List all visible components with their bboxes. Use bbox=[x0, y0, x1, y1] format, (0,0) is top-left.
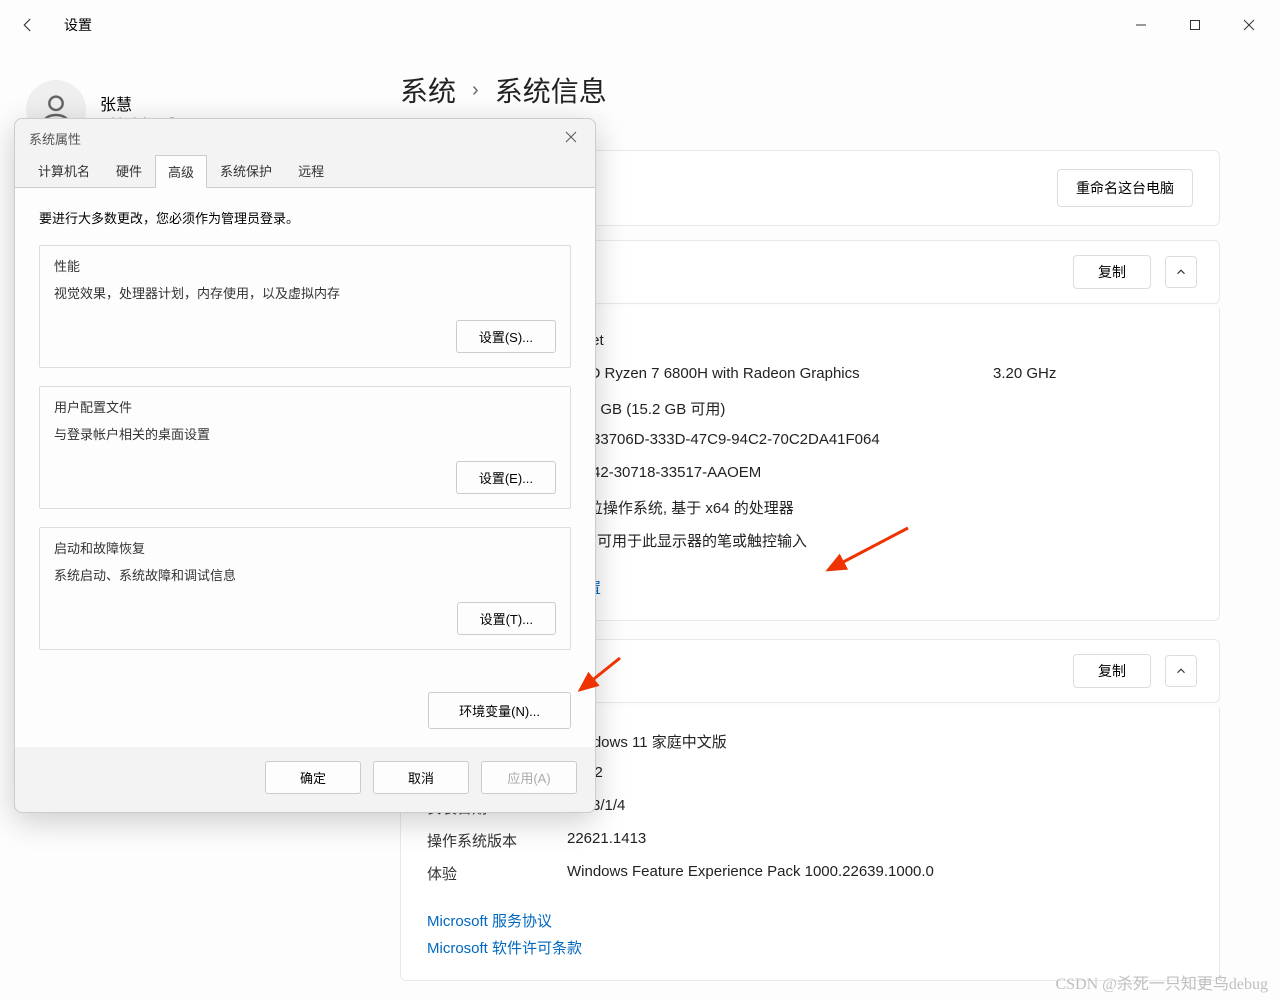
close-button[interactable] bbox=[1226, 9, 1272, 41]
env-variables-button[interactable]: 环境变量(N)... bbox=[428, 692, 571, 729]
spec-value: 22H2 bbox=[567, 764, 1193, 785]
app-title: 设置 bbox=[64, 15, 92, 35]
tab-computer-name[interactable]: 计算机名 bbox=[25, 154, 103, 187]
profile-title: 用户配置文件 bbox=[54, 397, 556, 416]
spec-value: Windows 11 家庭中文版 bbox=[567, 731, 1193, 752]
ok-button[interactable]: 确定 bbox=[265, 761, 361, 794]
spec-value: 22621.1413 bbox=[567, 830, 1193, 851]
profile-desc: 与登录帐户相关的桌面设置 bbox=[54, 424, 556, 443]
copy-windows-button[interactable]: 复制 bbox=[1073, 654, 1151, 688]
startup-settings-button[interactable]: 设置(T)... bbox=[457, 602, 556, 635]
profile-settings-button[interactable]: 设置(E)... bbox=[456, 461, 556, 494]
tab-advanced[interactable]: 高级 bbox=[155, 155, 207, 188]
rename-pc-button[interactable]: 重命名这台电脑 bbox=[1057, 169, 1193, 207]
system-properties-dialog: 系统属性 计算机名 硬件 高级 系统保护 远程 要进行大多数更改，您必须作为管理… bbox=[14, 118, 596, 813]
cancel-button[interactable]: 取消 bbox=[373, 761, 469, 794]
perf-desc: 视觉效果，处理器计划，内存使用，以及虚拟内存 bbox=[54, 283, 556, 302]
maximize-button[interactable] bbox=[1172, 9, 1218, 41]
breadcrumb: 系统 › 系统信息 bbox=[400, 70, 1220, 110]
chevron-up-icon[interactable] bbox=[1165, 256, 1197, 288]
perf-settings-button[interactable]: 设置(S)... bbox=[456, 320, 556, 353]
breadcrumb-sep: › bbox=[472, 79, 479, 102]
startup-desc: 系统启动、系统故障和调试信息 bbox=[54, 565, 556, 584]
perf-title: 性能 bbox=[54, 256, 556, 275]
admin-note: 要进行大多数更改，您必须作为管理员登录。 bbox=[39, 208, 571, 227]
link-ms-license[interactable]: Microsoft 软件许可条款 bbox=[427, 937, 1193, 958]
startup-group: 启动和故障恢复 系统启动、系统故障和调试信息 设置(T)... bbox=[39, 527, 571, 650]
spec-value: 64 位操作系统, 基于 x64 的处理器 bbox=[567, 497, 1193, 518]
apply-button[interactable]: 应用(A) bbox=[481, 761, 577, 794]
tab-hardware[interactable]: 硬件 bbox=[103, 154, 155, 187]
spec-value: 2023/1/4 bbox=[567, 797, 1193, 818]
spec-label: 操作系统版本 bbox=[427, 830, 567, 851]
spec-value: 16.0 GB (15.2 GB 可用) bbox=[567, 398, 1193, 419]
user-profile-group: 用户配置文件 与登录帐户相关的桌面设置 设置(E)... bbox=[39, 386, 571, 509]
spec-row: 操作系统版本22621.1413 bbox=[427, 824, 1193, 857]
spec-label: 体验 bbox=[427, 863, 567, 884]
tab-remote[interactable]: 远程 bbox=[285, 154, 337, 187]
minimize-button[interactable] bbox=[1118, 9, 1164, 41]
performance-group: 性能 视觉效果，处理器计划，内存使用，以及虚拟内存 设置(S)... bbox=[39, 245, 571, 368]
dialog-tabs: 计算机名 硬件 高级 系统保护 远程 bbox=[15, 154, 595, 187]
copy-device-button[interactable]: 复制 bbox=[1073, 255, 1151, 289]
dialog-close-button[interactable] bbox=[561, 131, 581, 146]
back-button[interactable] bbox=[8, 5, 48, 45]
startup-title: 启动和故障恢复 bbox=[54, 538, 556, 557]
chevron-up-icon[interactable] bbox=[1165, 655, 1197, 687]
titlebar: 设置 bbox=[0, 0, 1280, 50]
spec-value: 10342-30718-33517-AAOEM bbox=[567, 464, 1193, 485]
dialog-title: 系统属性 bbox=[29, 129, 81, 148]
spec-row: 体验Windows Feature Experience Pack 1000.2… bbox=[427, 857, 1193, 890]
user-name: 张慧 bbox=[100, 91, 228, 115]
breadcrumb-current: 系统信息 bbox=[495, 70, 607, 110]
breadcrumb-parent[interactable]: 系统 bbox=[400, 70, 456, 110]
spec-value: 10033706D-333D-47C9-94C2-70C2DA41F064 bbox=[567, 431, 1193, 452]
tab-system-protect[interactable]: 系统保护 bbox=[207, 154, 285, 187]
link-ms-agreement[interactable]: Microsoft 服务协议 bbox=[427, 910, 1193, 931]
spec-value-extra: 3.20 GHz bbox=[993, 365, 1193, 386]
spec-value: 没有可用于此显示器的笔或触控输入 bbox=[567, 530, 1193, 551]
watermark: CSDN @杀死一只知更鸟debug bbox=[1055, 970, 1268, 994]
spec-value: Windows Feature Experience Pack 1000.226… bbox=[567, 863, 1193, 884]
spec-value: unset bbox=[567, 332, 1193, 353]
spec-value: AMD Ryzen 7 6800H with Radeon Graphics bbox=[567, 365, 993, 386]
